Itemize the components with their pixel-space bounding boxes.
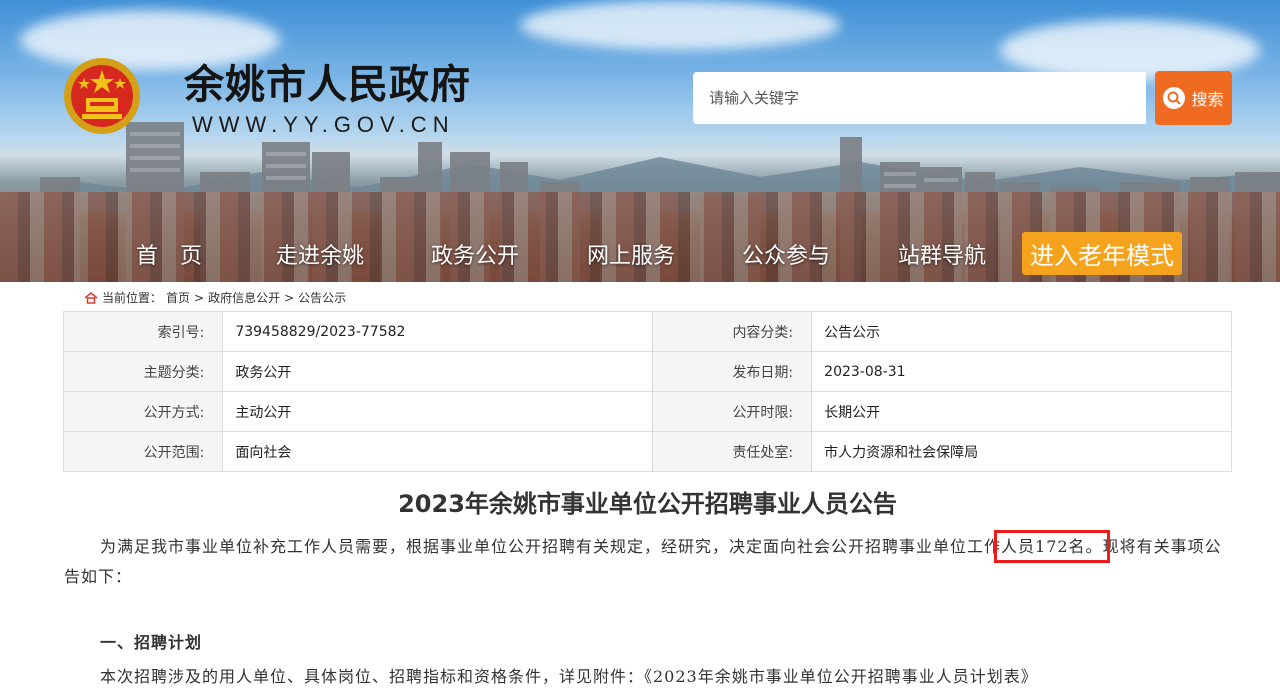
header-banner: 余姚市人民政府 WWW.YY.GOV.CN 搜索 首 页 走进余姚 政务公开 网… [0, 0, 1280, 282]
content-category-label: 内容分类: [651, 311, 813, 352]
publish-date-value: 2023-08-31 [811, 351, 1232, 392]
article-paragraph: 本次招聘涉及的用人单位、具体岗位、招聘指标和资格条件，详见附件：《2023年余姚… [100, 667, 1038, 686]
index-number-value: 739458829/2023-77582 [222, 311, 653, 352]
table-row: 公开方式: 主动公开 公开时限: 长期公开 [62, 391, 1232, 432]
search-icon [1163, 87, 1186, 109]
elder-mode-button[interactable]: 进入老年模式 [1022, 232, 1182, 275]
search-button-label: 搜索 [1191, 90, 1224, 109]
disclosure-method-value: 主动公开 [222, 391, 653, 432]
paragraph-text: 为满足我市事业单位补充工作人员需要，根据事业单位公开招聘有关规定，经研究，决定面… [100, 537, 1002, 556]
nav-site-navigation[interactable]: 站群导航 [898, 238, 986, 270]
national-emblem-icon [64, 58, 140, 134]
responsible-dept-value: 市人力资源和社会保障局 [811, 431, 1232, 472]
topic-category-value: 政务公开 [222, 351, 653, 392]
article-body: 为满足我市事业单位补充工作人员需要，根据事业单位公开招聘有关规定，经研究，决定面… [64, 530, 1224, 692]
nav-public-participation[interactable]: 公众参与 [742, 238, 830, 270]
search-button[interactable]: 搜索 [1155, 71, 1232, 125]
main-nav: 首 页 走进余姚 政务公开 网上服务 公众参与 站群导航 进入老年模式 [0, 232, 1280, 276]
home-icon [84, 291, 98, 304]
document-info-table: 索引号: 739458829/2023-77582 内容分类: 公告公示 主题分… [62, 311, 1232, 472]
disclosure-method-label: 公开方式: [62, 391, 224, 432]
highlighted-recruitment-count: 人员172名。 [994, 530, 1110, 563]
article-title: 2023年余姚市事业单位公开招聘事业人员公告 [398, 490, 897, 518]
disclosure-period-value: 长期公开 [811, 391, 1232, 432]
topic-category-label: 主题分类: [62, 351, 224, 392]
article-paragraph: 为满足我市事业单位补充工作人员需要，根据事业单位公开招聘有关规定，经研究，决定面… [64, 530, 1224, 592]
nav-home[interactable]: 首 页 [136, 238, 202, 270]
nav-online-services[interactable]: 网上服务 [587, 238, 675, 270]
nav-government-affairs[interactable]: 政务公开 [431, 238, 519, 270]
cloud-decoration [520, 0, 840, 50]
breadcrumb: 当前位置： 首页 > 政府信息公开 > 公告公示 [84, 289, 346, 306]
disclosure-scope-value: 面向社会 [222, 431, 653, 472]
site-url: WWW.YY.GOV.CN [192, 112, 455, 137]
content-category-value: 公告公示 [811, 311, 1232, 352]
table-row: 索引号: 739458829/2023-77582 内容分类: 公告公示 [62, 311, 1232, 352]
breadcrumb-separator: > [284, 290, 295, 305]
site-title: 余姚市人民政府 [184, 62, 471, 108]
table-row: 主题分类: 政务公开 发布日期: 2023-08-31 [62, 351, 1232, 392]
responsible-dept-label: 责任处室: [651, 431, 813, 472]
nav-about-yuyao[interactable]: 走进余姚 [276, 238, 364, 270]
index-number-label: 索引号: [62, 311, 224, 352]
breadcrumb-separator: > [194, 290, 205, 305]
disclosure-scope-label: 公开范围: [62, 431, 224, 472]
breadcrumb-prefix: 当前位置： [102, 291, 163, 305]
table-row: 公开范围: 面向社会 责任处室: 市人力资源和社会保障局 [62, 431, 1232, 472]
breadcrumb-gov-info[interactable]: 政府信息公开 [208, 289, 280, 306]
search-input[interactable] [693, 72, 1146, 124]
breadcrumb-announcements[interactable]: 公告公示 [298, 289, 346, 306]
publish-date-label: 发布日期: [651, 351, 813, 392]
disclosure-period-label: 公开时限: [651, 391, 813, 432]
breadcrumb-home[interactable]: 首页 [166, 289, 190, 306]
section-heading: 一、招聘计划 [100, 633, 203, 652]
